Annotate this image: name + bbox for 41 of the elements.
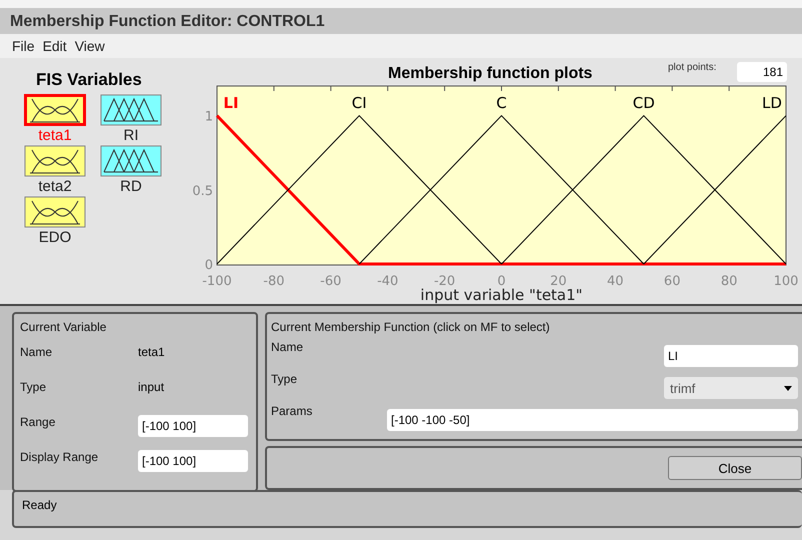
y-tick-label: 0 <box>204 258 213 273</box>
curve-label: LI <box>223 94 239 112</box>
plot-points-label: plot points: <box>668 62 716 73</box>
panel-title: Current Variable <box>20 320 108 334</box>
x-tick-label: 20 <box>550 274 567 289</box>
x-tick-label: 0 <box>497 274 506 289</box>
field-value: input <box>138 380 164 394</box>
curve-label: CI <box>352 94 367 112</box>
field-label: Display Range <box>20 450 100 464</box>
x-tick-label: 60 <box>664 274 680 289</box>
x-tick-label: -100 <box>202 274 232 289</box>
plot-title: Membership function plots <box>388 65 592 83</box>
x-tick-label: -80 <box>263 274 285 289</box>
variable-name: EDO <box>38 228 72 247</box>
variable-name: RI <box>124 126 138 145</box>
field-value: teta1 <box>138 344 165 358</box>
x-tick-label: 40 <box>607 274 624 289</box>
x-tick-label: -40 <box>377 274 398 289</box>
variable-name: teta1 <box>38 126 72 145</box>
x-tick-label: 80 <box>720 274 738 289</box>
panel-title: Current Membership Function (click on MF to select) <box>271 320 551 334</box>
field-label: Name <box>271 340 304 354</box>
variable-name: teta2 <box>38 177 72 196</box>
curve-label: LD <box>762 94 782 112</box>
x-tick-label: -60 <box>320 274 342 289</box>
y-tick-label: 1 <box>204 110 213 125</box>
curve-label: C <box>496 94 507 112</box>
x-axis-label: input variable "teta1" <box>420 286 583 304</box>
curve-label: CD <box>632 94 655 112</box>
x-tick-label: 100 <box>774 274 798 289</box>
field-label: Type <box>271 372 298 386</box>
field-label: Name <box>20 344 54 358</box>
field-label: Type <box>20 380 48 394</box>
field-label: Params <box>271 404 314 418</box>
window-title: Membership Function Editor: CONTROL1 <box>0 8 802 34</box>
x-tick-label: -20 <box>434 274 456 289</box>
field-label: Range <box>20 414 56 428</box>
section-title: FIS Variables <box>36 70 143 90</box>
status-text: Ready <box>22 498 57 512</box>
y-tick-label: 0.5 <box>192 184 213 199</box>
variable-name: RD <box>120 177 142 196</box>
